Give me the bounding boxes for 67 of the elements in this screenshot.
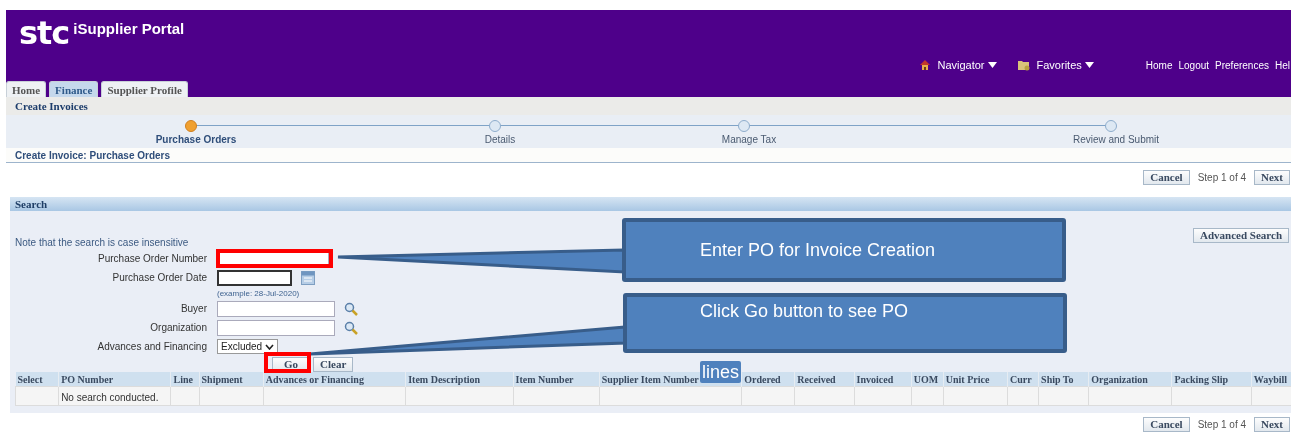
field-label: Organization: [149, 322, 207, 333]
tab[interactable]: Home: [6, 81, 47, 97]
field-label: Buyer: [179, 303, 207, 314]
column-header: PO Number: [58, 372, 171, 387]
column-header: Curr: [1007, 372, 1039, 387]
header-link[interactable]: Preferences: [1215, 59, 1269, 71]
next-button[interactable]: Next: [1254, 169, 1290, 185]
page-title: Create Invoices: [15, 100, 88, 112]
column-header: Packing Slip: [1172, 372, 1252, 387]
callout-text: Click Go button to see PO: [700, 300, 909, 322]
highlight-frame: [264, 352, 311, 373]
search-title: Search: [15, 198, 48, 210]
empty-message: No search conducted.: [61, 392, 159, 403]
search-icon[interactable]: [344, 320, 358, 335]
column-header: Shipment: [199, 372, 264, 387]
column-header: Invoiced: [854, 372, 912, 387]
step-text: Step 1 of 4: [1197, 419, 1246, 430]
cancel-button[interactable]: Cancel: [1143, 417, 1190, 432]
field-label: Purchase Order Date: [111, 272, 207, 283]
column-header: Unit Price: [943, 372, 1008, 387]
callout-text: Enter PO for Invoice Creation: [700, 239, 936, 261]
section-title: Create Invoice: Purchase Orders: [15, 149, 171, 161]
caret-icon[interactable]: [987, 62, 997, 68]
logo-text: stc: [19, 16, 70, 50]
step-label[interactable]: Details: [440, 134, 560, 145]
header-link[interactable]: Logout: [1178, 59, 1210, 71]
next-button[interactable]: Next: [1254, 417, 1290, 432]
advanced-search-button[interactable]: Advanced Search: [1193, 228, 1289, 243]
field-label: Purchase Order Number: [97, 253, 207, 264]
tab[interactable]: Finance: [49, 81, 99, 97]
search-icon[interactable]: [344, 301, 358, 316]
header-link[interactable]: Hel: [1275, 59, 1290, 71]
portal-title: iSupplier Portal: [73, 19, 185, 37]
navigator-menu[interactable]: Navigator: [937, 59, 985, 71]
header-link[interactable]: Home: [1145, 59, 1173, 71]
column-header: Item Number: [513, 372, 600, 387]
caret-icon[interactable]: [1084, 62, 1094, 68]
column-header: Advances or Financing: [263, 372, 406, 387]
column-header: Ordered: [741, 372, 795, 387]
field-label: Advances and Financing: [96, 341, 207, 352]
input-field[interactable]: [217, 300, 335, 317]
dropdown[interactable]: Excluded: [217, 339, 279, 354]
folder-icon[interactable]: [1016, 59, 1031, 71]
column-header: Line: [170, 372, 200, 387]
column-header: Ship To: [1038, 372, 1089, 387]
date-hint: (example: 28-Jul-2020): [217, 288, 300, 298]
input-field[interactable]: [217, 319, 335, 336]
column-header: UOM: [911, 372, 944, 387]
column-header: Organization: [1088, 372, 1172, 387]
date-field[interactable]: [217, 269, 292, 286]
column-header: Select: [15, 372, 59, 387]
cancel-button[interactable]: Cancel: [1143, 169, 1190, 185]
step-label[interactable]: Manage Tax: [689, 134, 809, 145]
step-label[interactable]: Review and Submit: [1056, 134, 1176, 145]
favorites-menu[interactable]: Favorites: [1036, 59, 1082, 71]
calendar-icon[interactable]: [301, 270, 315, 285]
column-header: Item Description: [405, 372, 513, 387]
column-header: Waybill: [1251, 372, 1291, 387]
step-label[interactable]: Purchase Orders: [136, 134, 256, 145]
callout-text: lines: [700, 361, 742, 383]
clear-button[interactable]: Clear: [313, 357, 354, 372]
column-header: Received: [794, 372, 855, 387]
tab[interactable]: Supplier Profile: [101, 81, 188, 97]
chevron-icon[interactable]: [265, 343, 275, 350]
house-icon[interactable]: [919, 59, 932, 71]
step-text: Step 1 of 4: [1197, 171, 1246, 183]
search-note: Note that the search is case insensitive: [15, 237, 189, 248]
